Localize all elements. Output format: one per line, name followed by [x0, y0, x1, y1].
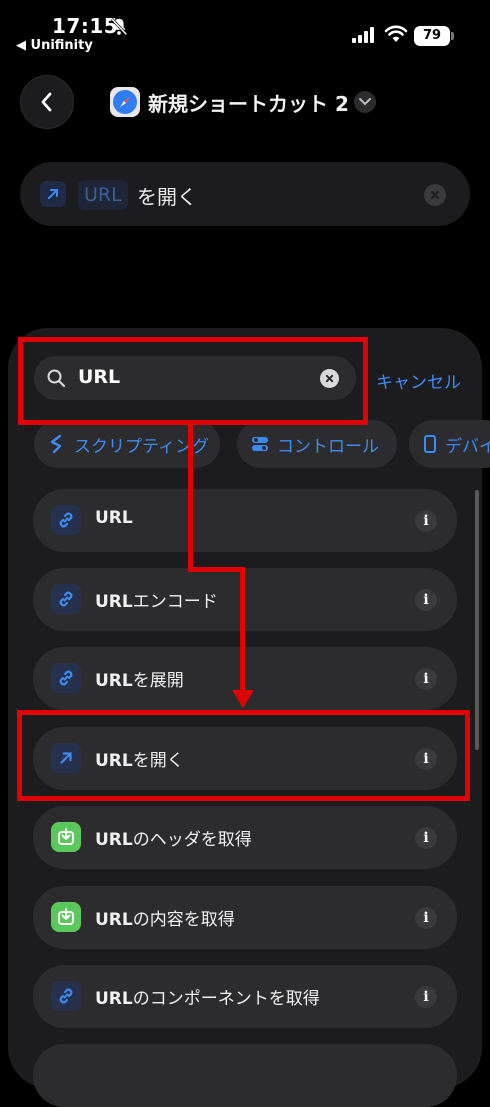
- scripting-icon: [50, 434, 62, 454]
- link-icon: [51, 584, 81, 614]
- scrollbar[interactable]: [475, 490, 479, 750]
- bell-slash-icon: [110, 17, 128, 36]
- info-icon[interactable]: i: [415, 986, 437, 1008]
- download-icon: [51, 902, 81, 932]
- cellular-signal-icon: [352, 27, 374, 43]
- url-variable-token[interactable]: URL: [78, 180, 128, 210]
- result-label: URLエンコード: [95, 592, 218, 612]
- cancel-button[interactable]: キャンセル: [376, 368, 461, 393]
- shortcut-title[interactable]: 新規ショートカット 2: [148, 88, 349, 117]
- result-label: URLの内容を取得: [95, 910, 235, 930]
- category-label: デバイス: [445, 436, 490, 457]
- result-row-partial[interactable]: [33, 1044, 457, 1107]
- category-label: コントロール: [277, 436, 379, 457]
- battery-tip: [451, 32, 454, 40]
- back-to-app-link[interactable]: ◀ Unifinity: [16, 38, 93, 53]
- result-label: URL: [95, 508, 133, 528]
- info-icon[interactable]: i: [415, 589, 437, 611]
- category-chip-control[interactable]: コントロール: [237, 420, 397, 468]
- result-label: URLのコンポーネントを取得: [95, 989, 320, 1009]
- phone-icon: [424, 435, 436, 453]
- result-row-get-headers[interactable]: URLのヘッダを取得 i: [33, 806, 457, 869]
- info-icon[interactable]: i: [415, 510, 437, 532]
- chevron-left-icon: [41, 92, 52, 112]
- info-icon[interactable]: i: [415, 827, 437, 849]
- action-label: を開く: [137, 185, 197, 209]
- toggle-icon: [252, 437, 268, 451]
- arrow-up-right-icon: [40, 181, 66, 207]
- annotation-line-down-2: [240, 567, 245, 693]
- title-chevron-down-icon[interactable]: [354, 91, 376, 113]
- download-icon: [51, 822, 81, 852]
- result-row-url[interactable]: URL i: [33, 489, 457, 552]
- annotation-box-open-url: [17, 710, 470, 801]
- result-row-get-contents[interactable]: URLの内容を取得 i: [33, 886, 457, 949]
- category-chip-device[interactable]: デバイス: [409, 420, 490, 468]
- result-row-get-components[interactable]: URLのコンポーネントを取得 i: [33, 965, 457, 1028]
- annotation-line-across: [188, 567, 245, 572]
- link-icon: [51, 981, 81, 1011]
- wifi-icon: [384, 25, 408, 42]
- result-row-url-encode[interactable]: URLエンコード i: [33, 568, 457, 631]
- back-button[interactable]: [20, 75, 74, 129]
- action-remove-icon[interactable]: [424, 184, 446, 206]
- annotation-line-down: [188, 425, 193, 572]
- result-label: URLを展開: [95, 671, 184, 691]
- result-label: URLのヘッダを取得: [95, 830, 252, 850]
- info-icon[interactable]: i: [415, 907, 437, 929]
- battery-indicator: 79: [414, 26, 450, 46]
- link-icon: [51, 663, 81, 693]
- link-icon: [51, 505, 81, 535]
- info-icon[interactable]: i: [415, 668, 437, 690]
- safari-compass-icon: [110, 87, 140, 117]
- annotation-arrowhead: [232, 690, 254, 708]
- annotation-box-search: [18, 337, 368, 425]
